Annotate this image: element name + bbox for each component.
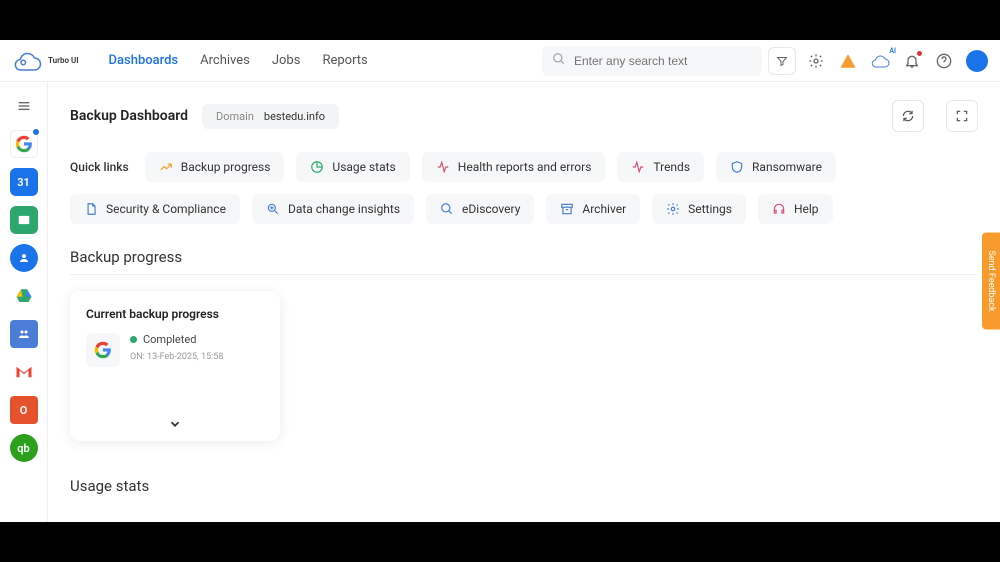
quick-link-ediscovery[interactable]: eDiscovery xyxy=(426,194,534,224)
domain-value: bestedu.info xyxy=(264,110,325,123)
sidebar-icon-drive[interactable] xyxy=(10,282,38,310)
quick-link-label: Health reports and errors xyxy=(458,160,592,174)
quick-link-label: Help xyxy=(794,202,819,216)
nav-tab-dashboards[interactable]: Dashboards xyxy=(109,43,179,78)
help-icon[interactable] xyxy=(934,51,954,71)
main-content: Backup Dashboard Domain bestedu.info Qui… xyxy=(48,82,1000,522)
quick-link-label: Ransomware xyxy=(752,160,822,174)
trend-up-icon xyxy=(159,160,173,174)
search-icon xyxy=(552,51,566,70)
sidebar-icon-contacts[interactable] xyxy=(10,244,38,272)
card-status: Completed xyxy=(130,333,223,346)
quick-link-label: Data change insights xyxy=(288,202,400,216)
quick-links-row: Quick links Backup progress Usage stats He… xyxy=(70,152,978,224)
bell-icon[interactable] xyxy=(902,51,922,71)
search-input[interactable] xyxy=(574,54,752,68)
sidebar-icon-calendar[interactable]: 31 xyxy=(10,168,38,196)
cloud-logo-icon xyxy=(12,50,42,72)
section-title-backup-progress: Backup progress xyxy=(70,248,978,266)
quick-link-help[interactable]: Help xyxy=(758,194,833,224)
sidebar-icon-google[interactable] xyxy=(10,130,38,158)
sidebar-icon-gmail[interactable] xyxy=(10,358,38,386)
card-expand-chevron-icon[interactable] xyxy=(168,417,182,435)
card-status-text: Completed xyxy=(143,333,196,346)
domain-label: Domain xyxy=(216,110,254,123)
nav-tab-archives[interactable]: Archives xyxy=(200,43,250,78)
pulse-icon xyxy=(631,160,645,174)
quick-link-label: Settings xyxy=(688,202,732,216)
quick-link-label: Archiver xyxy=(582,202,626,216)
page-title: Backup Dashboard xyxy=(70,108,188,124)
refresh-button[interactable] xyxy=(892,100,924,132)
sidebar-icon-quickbooks[interactable]: qb xyxy=(10,434,38,462)
card-title: Current backup progress xyxy=(86,307,264,321)
search-data-icon xyxy=(266,202,280,216)
nav-tab-jobs[interactable]: Jobs xyxy=(272,43,301,78)
quick-link-backup-progress[interactable]: Backup progress xyxy=(145,152,285,182)
menu-icon[interactable] xyxy=(10,92,38,120)
quick-link-archiver[interactable]: Archiver xyxy=(546,194,640,224)
search-icon xyxy=(440,202,454,216)
sidebar-icon-office[interactable]: O xyxy=(10,396,38,424)
current-backup-card: Current backup progress Completed ON: 13… xyxy=(70,291,280,441)
headset-icon xyxy=(772,202,786,216)
quick-link-settings[interactable]: Settings xyxy=(652,194,746,224)
brand-text: Turbo UI xyxy=(48,56,79,65)
sidebar-icon-groups[interactable] xyxy=(10,320,38,348)
topbar: Turbo UI Dashboards Archives Jobs Reports A… xyxy=(0,40,1000,82)
pulse-icon xyxy=(436,160,450,174)
brand-logo: Turbo UI xyxy=(12,50,79,72)
quick-link-label: Backup progress xyxy=(181,160,271,174)
filter-icon[interactable] xyxy=(768,47,796,75)
quick-link-trends[interactable]: Trends xyxy=(617,152,704,182)
doc-icon xyxy=(84,202,98,216)
left-sidebar: 31 O qb xyxy=(0,82,48,522)
sidebar-icon-classroom[interactable] xyxy=(10,206,38,234)
status-dot-icon xyxy=(130,336,137,343)
quick-link-health-reports-and-errors[interactable]: Health reports and errors xyxy=(422,152,606,182)
quick-link-data-change-insights[interactable]: Data change insights xyxy=(252,194,414,224)
quick-link-label: Trends xyxy=(653,160,690,174)
gear-icon xyxy=(666,202,680,216)
section-title-usage-stats: Usage stats xyxy=(70,477,978,495)
pie-icon xyxy=(310,160,324,174)
quick-link-security-compliance[interactable]: Security & Compliance xyxy=(70,194,240,224)
shield-icon xyxy=(730,160,744,174)
search-box[interactable] xyxy=(542,46,762,76)
quick-link-usage-stats[interactable]: Usage stats xyxy=(296,152,409,182)
quick-link-label: eDiscovery xyxy=(462,202,520,216)
gear-icon[interactable] xyxy=(806,51,826,71)
alert-icon[interactable] xyxy=(838,51,858,71)
quick-links-label: Quick links xyxy=(70,160,129,174)
user-avatar[interactable] xyxy=(966,50,988,72)
section-divider xyxy=(70,274,978,275)
card-source-icon xyxy=(86,333,120,367)
nav-tabs: Dashboards Archives Jobs Reports xyxy=(109,43,368,78)
feedback-tab[interactable]: Send Feedback xyxy=(982,232,1000,329)
archive-icon xyxy=(560,202,574,216)
nav-tab-reports[interactable]: Reports xyxy=(322,43,367,78)
ai-cloud-icon[interactable]: AI xyxy=(870,51,890,71)
domain-chip[interactable]: Domain bestedu.info xyxy=(202,104,339,129)
expand-button[interactable] xyxy=(946,100,978,132)
quick-link-ransomware[interactable]: Ransomware xyxy=(716,152,836,182)
card-timestamp: ON: 13-Feb-2025, 15:58 xyxy=(130,352,223,362)
quick-link-label: Security & Compliance xyxy=(106,202,226,216)
quick-link-label: Usage stats xyxy=(332,160,395,174)
